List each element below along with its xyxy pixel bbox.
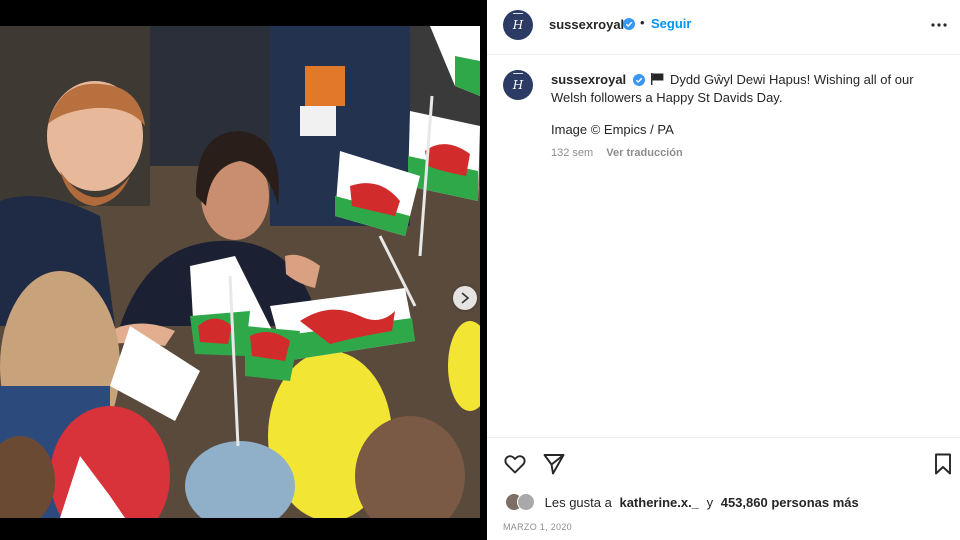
liker-username[interactable]: katherine.x._ [619,495,699,510]
more-horizontal-icon[interactable] [929,17,949,33]
crown-icon [513,13,523,17]
post-media-panel [0,0,487,540]
post-details-panel: H sussexroyal • Seguir H sussexroyal Dyd… [487,0,960,540]
liker-avatars [505,493,537,511]
follow-button[interactable]: Seguir [651,16,691,31]
carousel-next-button[interactable] [453,286,477,310]
likes-prefix: Les gusta a [544,495,612,510]
chevron-right-icon [461,292,470,304]
post-photo-illustration [0,26,480,518]
heart-icon[interactable] [503,452,527,476]
avatar-initials: H [512,18,524,32]
username[interactable]: sussexroyal [549,17,624,32]
post-actions: Les gusta a katherine.x._ y 453,860 pers… [487,437,960,540]
post-header: H sussexroyal • Seguir [487,0,960,55]
image-credit: Image © Empics / PA [551,122,674,137]
caption-avatar[interactable]: H [503,70,533,100]
black-flag-icon [651,73,664,85]
crown-icon [513,73,523,77]
post-photo[interactable] [0,26,480,518]
verified-badge-icon [632,74,645,86]
send-icon[interactable] [542,452,566,476]
caption-text: sussexroyal Dydd Gŵyl Dewi Hapus! Wishin… [551,71,931,107]
see-translation-button[interactable]: Ver traducción [606,147,682,159]
avatar-initials: H [512,78,524,92]
caption-username[interactable]: sussexroyal [551,72,626,87]
likes-connector: y [706,495,714,510]
avatar[interactable]: H [503,10,533,40]
separator-dot: • [640,15,645,30]
bookmark-icon[interactable] [931,452,955,476]
liker-avatar[interactable] [517,493,535,511]
likes-count[interactable]: 453,860 personas más [721,495,859,510]
likes-summary: Les gusta a katherine.x._ y 453,860 pers… [505,493,863,511]
verified-badge-icon [623,18,635,30]
post-age[interactable]: 132 sem [551,147,593,159]
caption-meta: 132 sem Ver traducción [551,147,683,159]
post-date[interactable]: MARZO 1, 2020 [503,522,572,532]
